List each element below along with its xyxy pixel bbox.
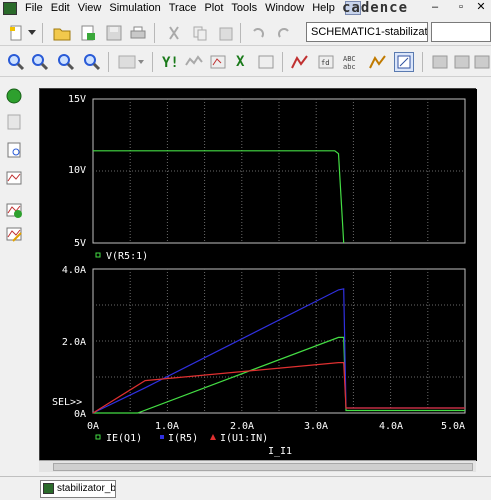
svg-text:X: X [236,54,245,70]
y-tick-2a: 2.0A [62,337,86,348]
fft-icon[interactable]: X [232,52,252,72]
waveform-plot[interactable]: 15V 10V 5V V(R5:1) 4.0A 2.0A 0A SEL>> 0A… [40,89,477,461]
separator [240,23,241,43]
x-tick-0a: 0A [87,421,99,432]
menu-file[interactable]: File [21,0,47,16]
svg-text:Y!: Y! [162,55,179,71]
cadence-logo: cadence [342,0,409,16]
svg-text:fd: fd [321,59,329,67]
y-tick-0a: 0A [74,409,86,420]
legend-label-i-r5: I(R5) [168,433,198,444]
menu-help[interactable]: Help [308,0,339,16]
menu-view[interactable]: View [74,0,106,16]
cut-icon[interactable] [164,23,184,43]
y-tick-4a: 4.0A [62,265,86,276]
restore-button[interactable]: ▫ [454,0,468,14]
print-icon[interactable] [128,23,148,43]
document-tab-bar: stabilizator_b... [0,476,491,500]
y-tick-15v: 15V [68,94,86,105]
zoom-area-icon[interactable] [56,52,76,72]
toggle-cursor-icon[interactable] [208,52,228,72]
zoom-fit-icon[interactable] [82,52,102,72]
legend-label-ie-q1: IE(Q1) [106,433,142,444]
add-plot-icon[interactable] [184,52,204,72]
save-icon[interactable] [104,23,124,43]
probe-icon-3[interactable] [472,52,491,72]
minimize-button[interactable]: – [428,0,442,14]
undo-icon[interactable] [248,23,268,43]
redo-icon[interactable] [274,23,294,43]
separator [108,52,109,72]
performance-analysis-icon[interactable] [256,52,276,72]
horizontal-scrollbar[interactable] [39,460,476,472]
simulation-settings-icon[interactable] [4,112,24,132]
probe-toolbar: Y! X fd ABC abc [0,47,491,77]
copy-icon[interactable] [190,23,210,43]
new-dropdown-icon[interactable] [26,23,38,43]
scrollbar-thumb[interactable] [53,463,473,471]
separator [422,52,423,72]
x-axis-label: I_I1 [268,446,292,457]
view-output-icon[interactable] [4,140,24,160]
menu-tools[interactable]: Tools [227,0,261,16]
svg-text:abc: abc [343,63,356,71]
tab-stabilizator[interactable]: stabilizator_b... [40,480,116,498]
new-icon[interactable] [6,23,26,43]
left-toolbar [0,78,28,478]
run-simulation-icon[interactable] [4,86,24,106]
tab-label: stabilizator_b... [57,483,116,494]
menu-trace[interactable]: Trace [165,0,201,16]
add-trace-icon[interactable] [290,52,310,72]
menu-window[interactable]: Window [261,0,308,16]
app-icon[interactable] [3,1,17,15]
label-text-icon[interactable]: ABC abc [342,52,362,72]
standard-toolbar: SCHEMATIC1-stabilizator_b [0,20,491,46]
toggle-grid-icon[interactable] [394,52,414,72]
x-tick-2a: 2.0A [230,421,254,432]
svg-text:ABC: ABC [343,55,356,63]
view-simulation-results-icon[interactable] [4,168,24,188]
close-button[interactable]: ✕ [474,0,488,14]
legend-marker-i-r5 [160,435,164,439]
probe-plot-window[interactable]: 15V 10V 5V V(R5:1) 4.0A 2.0A 0A SEL>> 0A… [39,88,477,461]
probe-icon-2[interactable] [452,52,472,72]
search-field[interactable] [431,22,491,42]
legend-label-v-r5: V(R5:1) [106,251,148,262]
axis-settings-icon[interactable] [116,52,146,72]
separator [152,52,153,72]
separator [154,23,155,43]
y-tick-5v: 5V [74,238,86,249]
eval-goal-icon[interactable]: fd [316,52,336,72]
x-tick-5a: 5.0A [441,421,465,432]
add-y-axis-icon[interactable]: Y! [160,52,180,72]
paste-icon[interactable] [216,23,236,43]
x-tick-1a: 1.0A [155,421,179,432]
menu-simulation[interactable]: Simulation [105,0,164,16]
zoom-out-icon[interactable] [30,52,50,72]
sel-marker: SEL>> [52,397,82,408]
open-recent-icon[interactable] [78,23,98,43]
separator [282,52,283,72]
mark-data-points-icon[interactable] [368,52,388,72]
zoom-in-icon[interactable] [6,52,26,72]
waveform-doc-icon [43,483,54,494]
legend-label-i-u1: I(U1:IN) [220,433,268,444]
x-tick-4a: 4.0A [379,421,403,432]
y-tick-10v: 10V [68,165,86,176]
add-waveform-icon[interactable] [4,200,24,220]
x-tick-3a: 3.0A [304,421,328,432]
edit-profile-icon[interactable] [4,224,24,244]
menu-edit[interactable]: Edit [47,0,74,16]
separator [42,23,43,43]
menu-plot[interactable]: Plot [200,0,227,16]
open-folder-icon[interactable] [52,23,72,43]
probe-icon-1[interactable] [430,52,450,72]
schematic-selector[interactable]: SCHEMATIC1-stabilizator_b [306,22,428,42]
